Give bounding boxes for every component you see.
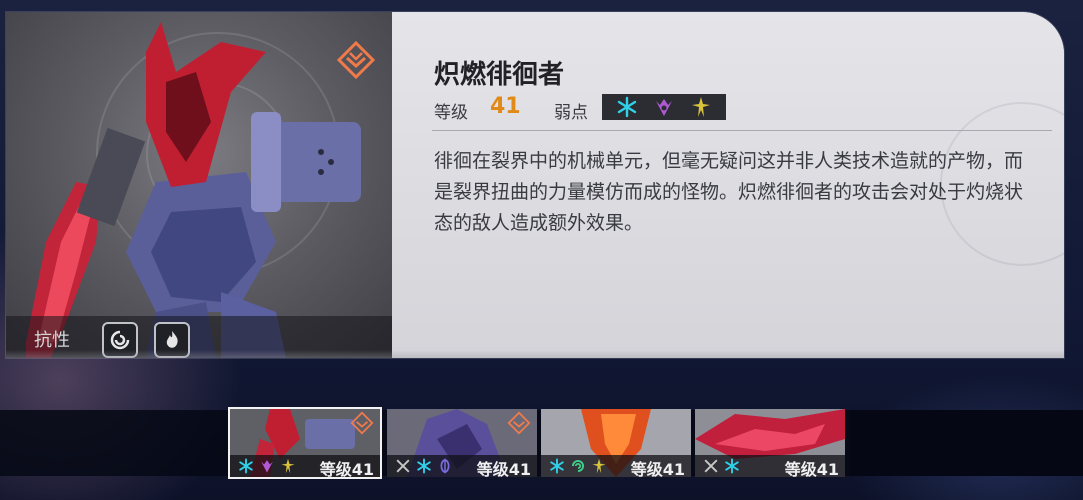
resistance-bar: 抗性 [6,316,392,358]
thumb-footer: 等级41 [695,455,845,477]
enemy-name: 炽燃徘徊者 [434,60,565,90]
thumb-level: 等级41 [784,460,839,477]
void-icon [257,456,277,476]
ice-icon [547,456,567,476]
lightning-icon [278,456,298,476]
divider [432,130,1052,131]
thumb-level: 等级41 [476,460,531,477]
enemy-detail-card: 抗性 炽燃徘徊者 等级 41 弱点 徘徊在裂界中的机械单元，但毫无疑问这并非人类… [6,12,1064,358]
enemy-thumb-1[interactable]: 等级41 [228,407,382,479]
thumb-level: 等级41 [319,460,374,477]
ice-icon [414,456,434,476]
thumb-footer: 等级41 [230,455,380,477]
enemy-thumb-3[interactable]: 等级41 [541,409,691,477]
lightning-icon [589,456,609,476]
thumb-footer: 等级41 [541,455,691,477]
thumb-level: 等级41 [630,460,685,477]
wind-icon [568,456,588,476]
resistance-label: 抗性 [34,330,70,351]
elite-rank-icon [336,40,376,80]
wind-resist-icon[interactable] [102,322,138,358]
empty-slot [850,410,1083,476]
mech-robot-illustration [26,22,361,358]
weakness-label: 弱点 [554,103,588,123]
enemy-description: 徘徊在裂界中的机械单元，但毫无疑问这并非人类技术造就的产物，而是裂界扭曲的力量模… [434,150,1024,234]
lightning-icon[interactable] [690,96,712,118]
ice-icon[interactable] [616,96,638,118]
thumb-footer: 等级41 [387,455,537,477]
enemy-portrait: 抗性 [6,12,392,358]
level-value: 41 [490,94,521,119]
weakness-icons [602,94,726,120]
fire-resist-icon[interactable] [154,322,190,358]
void-icon[interactable] [653,96,675,118]
elite-rank-icon [507,411,531,435]
enemy-info-panel: 炽燃徘徊者 等级 41 弱点 徘徊在裂界中的机械单元，但毫无疑问这并非人类技术造… [392,12,1064,358]
imaginary-icon [435,456,455,476]
ice-icon [236,456,256,476]
enemy-thumb-2[interactable]: 等级41 [387,409,537,477]
ice-icon [722,456,742,476]
physical-icon [393,456,413,476]
level-label: 等级 [434,103,468,123]
physical-icon [701,456,721,476]
elite-rank-icon [350,411,374,435]
enemy-thumb-4[interactable]: 等级41 [695,409,845,477]
